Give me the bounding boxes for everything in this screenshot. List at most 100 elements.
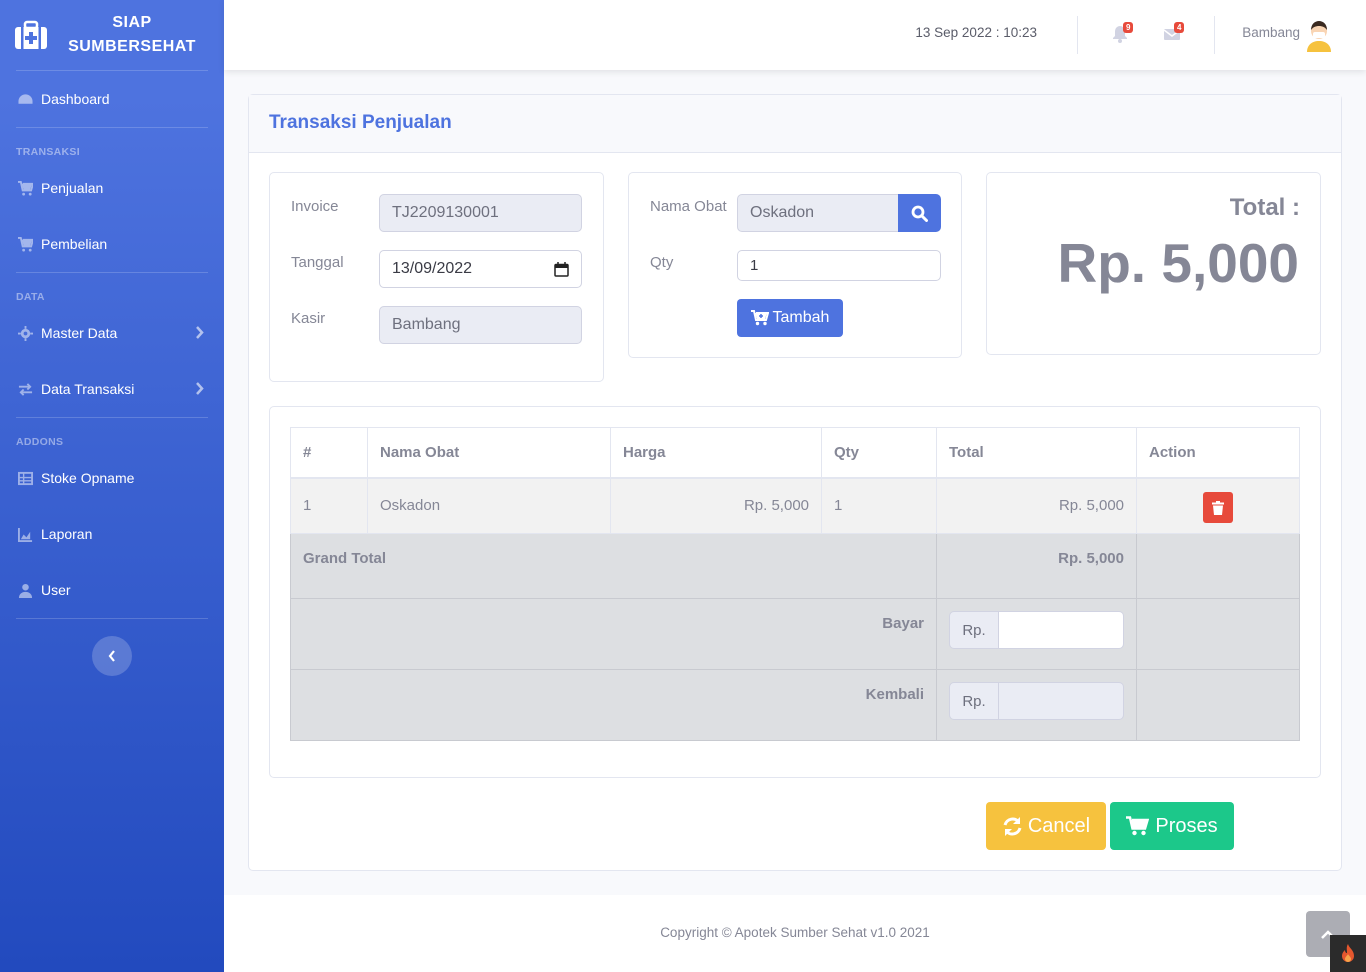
delete-item-button[interactable] — [1203, 492, 1233, 524]
sidebar-item-label: User — [41, 582, 71, 598]
column-header-total: Total — [936, 427, 1137, 479]
sidebar-toggle-button[interactable] — [92, 636, 132, 676]
alerts-count-badge: 9 — [1123, 22, 1134, 33]
column-header-nama-obat: Nama Obat — [367, 427, 611, 479]
kembali-row: Kembali Rp. — [290, 669, 1300, 741]
sidebar-item-data-transaksi[interactable]: Data Transaksi — [0, 361, 224, 417]
cart-icon — [18, 236, 33, 252]
sidebar-item-stoke-opname[interactable]: Stoke Opname — [0, 450, 224, 506]
cog-icon — [18, 325, 33, 341]
grand-total-value: Rp. 5,000 — [936, 533, 1137, 599]
refresh-icon — [1003, 816, 1022, 836]
medkit-icon — [15, 20, 47, 49]
sidebar-item-master-data[interactable]: Master Data — [0, 305, 224, 361]
alerts-button[interactable]: 9 — [1112, 22, 1134, 43]
kasir-label: Kasir — [291, 310, 326, 327]
tanggal-date-field[interactable]: 13/09/2022 — [379, 250, 582, 288]
tambah-button[interactable]: Tambah — [737, 299, 843, 337]
sidebar: SIAP SUMBERSEHAT Dashboard TRANSAKSI Pen… — [0, 0, 224, 972]
tachometer-icon — [18, 93, 33, 104]
tambah-label: Tambah — [772, 309, 830, 326]
sidebar-divider — [16, 618, 208, 619]
kembali-field[interactable] — [999, 682, 1124, 720]
sidebar-item-label: Master Data — [41, 325, 118, 341]
copyright-text: Copyright © Apotek Sumber Sehat v1.0 202… — [660, 925, 930, 940]
invoice-field[interactable]: TJ2209130001 — [379, 194, 582, 232]
sidebar-item-label: Dashboard — [41, 91, 110, 107]
kembali-label: Kembali — [290, 669, 937, 741]
chevron-left-icon — [108, 650, 115, 662]
chart-area-icon — [18, 527, 33, 542]
nama-obat-label: Nama Obat — [650, 198, 727, 215]
currency-prefix: Rp. — [949, 611, 999, 649]
search-icon — [911, 205, 928, 222]
table-row: 1 Oskadon Rp. 5,000 1 Rp. 5,000 — [290, 477, 1300, 534]
user-name[interactable]: Bambang — [1242, 25, 1300, 40]
proses-button[interactable]: Proses — [1110, 802, 1234, 850]
table-header-row: # Nama Obat Harga Qty Total Action — [290, 427, 1300, 479]
sidebar-heading-transaksi: TRANSAKSI — [16, 146, 80, 158]
sidebar-item-laporan[interactable]: Laporan — [0, 506, 224, 562]
qty-input[interactable]: 1 — [737, 250, 941, 281]
sidebar-item-label: Stoke Opname — [41, 470, 135, 486]
brand-line2: SUMBERSEHAT — [68, 38, 196, 55]
flame-icon — [1342, 943, 1354, 962]
sidebar-item-user[interactable]: User — [0, 562, 224, 618]
column-header-action: Action — [1136, 427, 1300, 479]
kembali-cell: Rp. — [936, 669, 1137, 741]
topbar-divider — [1214, 16, 1215, 54]
kasir-field[interactable]: Bambang — [379, 306, 582, 344]
sidebar-item-pembelian[interactable]: Pembelian — [0, 216, 224, 272]
grand-total-row: Grand Total Rp. 5,000 — [290, 533, 1300, 599]
chevron-right-icon — [196, 382, 204, 395]
total-amount: Rp. 5,000 — [1057, 232, 1299, 294]
footer: Copyright © Apotek Sumber Sehat v1.0 202… — [224, 895, 1366, 972]
sidebar-heading-addons: ADDONS — [16, 436, 64, 448]
add-item-box: Nama Obat Oskadon Qty 1 Tambah — [628, 172, 962, 358]
total-box: Total : Rp. 5,000 — [986, 172, 1321, 355]
cart-icon — [1126, 816, 1150, 836]
sidebar-item-penjualan[interactable]: Penjualan — [0, 160, 224, 216]
bayar-input[interactable] — [999, 611, 1124, 649]
bayar-label: Bayar — [290, 598, 937, 670]
sidebar-item-dashboard[interactable]: Dashboard — [0, 71, 224, 127]
brand[interactable]: SIAP SUMBERSEHAT — [0, 0, 224, 70]
empty-cell — [1136, 598, 1300, 670]
column-header-qty: Qty — [821, 427, 937, 479]
cart-icon — [18, 180, 33, 196]
bayar-input-group: Rp. — [949, 611, 1124, 649]
invoice-info-box: Invoice TJ2209130001 Tanggal 13/09/2022 … — [269, 172, 604, 382]
cell-harga: Rp. 5,000 — [610, 477, 822, 534]
cell-total: Rp. 5,000 — [936, 477, 1137, 534]
search-obat-button[interactable] — [898, 194, 941, 232]
proses-label: Proses — [1155, 814, 1218, 837]
sidebar-item-label: Penjualan — [41, 180, 104, 196]
messages-button[interactable]: 4 — [1163, 22, 1185, 43]
invoice-label: Invoice — [291, 198, 339, 215]
empty-cell — [1136, 533, 1300, 599]
cell-nama-obat: Oskadon — [367, 477, 611, 534]
chevron-right-icon — [196, 326, 204, 339]
sidebar-item-label: Pembelian — [41, 236, 108, 252]
kembali-input-group: Rp. — [949, 682, 1124, 720]
topbar-divider — [1077, 16, 1078, 54]
items-table-box: # Nama Obat Harga Qty Total Action 1 Osk… — [269, 406, 1321, 778]
debug-toolbar-button[interactable] — [1330, 935, 1366, 972]
cancel-button[interactable]: Cancel — [986, 802, 1106, 850]
calendar-icon[interactable] — [554, 261, 569, 277]
items-table: # Nama Obat Harga Qty Total Action 1 Osk… — [290, 427, 1300, 741]
currency-prefix: Rp. — [949, 682, 999, 720]
cell-action — [1136, 477, 1300, 534]
trash-icon — [1212, 500, 1224, 515]
datetime-display: 13 Sep 2022 : 10:23 — [915, 25, 1037, 40]
sidebar-item-label: Data Transaksi — [41, 381, 135, 397]
cell-no: 1 — [290, 477, 368, 534]
nama-obat-field[interactable]: Oskadon — [737, 194, 901, 232]
card-header: Transaksi Penjualan — [249, 95, 1341, 153]
user-icon — [18, 583, 33, 598]
brand-line1: SIAP — [112, 14, 152, 31]
bayar-row: Bayar Rp. — [290, 598, 1300, 670]
cell-qty: 1 — [821, 477, 937, 534]
grand-total-label: Grand Total — [290, 533, 937, 599]
avatar[interactable] — [1302, 18, 1336, 52]
